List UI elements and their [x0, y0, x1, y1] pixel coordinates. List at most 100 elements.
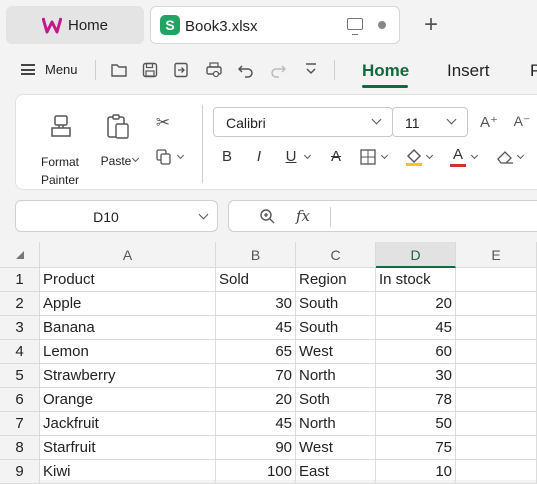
open-folder-icon[interactable] — [110, 61, 128, 79]
strikethrough-icon[interactable]: A — [328, 148, 344, 165]
font-color-dropdown-chevron-icon[interactable] — [470, 151, 479, 160]
cell-a1[interactable]: Product — [40, 268, 216, 292]
row-header[interactable]: 6 — [0, 388, 40, 412]
cell-e8[interactable] — [456, 436, 537, 460]
row-header[interactable]: 7 — [0, 412, 40, 436]
decrease-font-size-icon[interactable]: A⁻ — [511, 113, 533, 130]
column-header-d[interactable]: D — [376, 242, 456, 268]
export-icon[interactable] — [172, 61, 190, 79]
monitor-icon[interactable] — [347, 18, 363, 35]
column-header-a[interactable]: A — [40, 242, 216, 268]
fill-color-bucket-icon[interactable] — [404, 147, 424, 167]
select-all-corner[interactable] — [0, 242, 40, 268]
cell-c4[interactable]: West — [296, 340, 376, 364]
fill-color-dropdown-chevron-icon[interactable] — [425, 151, 434, 160]
column-header-b[interactable]: B — [216, 242, 296, 268]
cell-c9[interactable]: East — [296, 460, 376, 484]
undo-icon[interactable] — [237, 61, 255, 79]
paste-label[interactable]: Paste — [96, 154, 136, 168]
row-header[interactable]: 9 — [0, 460, 40, 484]
cut-scissors-icon[interactable]: ✂ — [153, 113, 173, 133]
cell-d8[interactable]: 75 — [376, 436, 456, 460]
menu-button[interactable]: Menu — [45, 62, 78, 77]
cell-e6[interactable] — [456, 388, 537, 412]
row-header[interactable]: 4 — [0, 340, 40, 364]
cell-e5[interactable] — [456, 364, 537, 388]
ribbon-tab-insert[interactable]: Insert — [447, 61, 490, 81]
new-tab-plus-icon[interactable]: + — [424, 13, 438, 37]
cell-a3[interactable]: Banana — [40, 316, 216, 340]
cell-a5[interactable]: Strawberry — [40, 364, 216, 388]
print-preview-icon[interactable] — [205, 61, 223, 79]
format-painter-label-2[interactable]: Painter — [30, 173, 90, 187]
clear-dropdown-chevron-icon[interactable] — [516, 151, 525, 160]
borders-dropdown-chevron-icon[interactable] — [380, 151, 389, 160]
row-header[interactable]: 1 — [0, 268, 40, 292]
cell-a4[interactable]: Lemon — [40, 340, 216, 364]
cell-b1[interactable]: Sold — [216, 268, 296, 292]
cell-e7[interactable] — [456, 412, 537, 436]
paste-clipboard-icon[interactable] — [105, 113, 131, 141]
row-header[interactable]: 3 — [0, 316, 40, 340]
underline-icon[interactable]: U — [283, 148, 299, 165]
cell-b6[interactable]: 20 — [216, 388, 296, 412]
cell-c8[interactable]: West — [296, 436, 376, 460]
cell-b4[interactable]: 65 — [216, 340, 296, 364]
copy-dropdown-chevron-icon[interactable] — [176, 151, 185, 160]
cell-c2[interactable]: South — [296, 292, 376, 316]
cell-c1[interactable]: Region — [296, 268, 376, 292]
cell-c7[interactable]: North — [296, 412, 376, 436]
chevron-down-icon[interactable] — [198, 209, 209, 220]
ribbon-tab-home[interactable]: Home — [362, 61, 409, 81]
hamburger-icon[interactable] — [21, 64, 35, 75]
cell-d2[interactable]: 20 — [376, 292, 456, 316]
italic-icon[interactable]: I — [251, 148, 267, 165]
name-box[interactable]: D10 — [15, 200, 218, 232]
cell-d5[interactable]: 30 — [376, 364, 456, 388]
row-header[interactable]: 2 — [0, 292, 40, 316]
cell-e4[interactable] — [456, 340, 537, 364]
zoom-search-icon[interactable] — [259, 208, 275, 224]
cell-a8[interactable]: Starfruit — [40, 436, 216, 460]
format-painter-icon[interactable] — [48, 113, 74, 139]
row-header[interactable]: 8 — [0, 436, 40, 460]
increase-font-size-icon[interactable]: A⁺ — [478, 113, 500, 131]
cell-b8[interactable]: 90 — [216, 436, 296, 460]
cell-e2[interactable] — [456, 292, 537, 316]
cell-c3[interactable]: South — [296, 316, 376, 340]
cell-a7[interactable]: Jackfruit — [40, 412, 216, 436]
copy-icon[interactable] — [156, 149, 172, 165]
more-chevron-icon[interactable] — [302, 61, 320, 79]
font-name-select[interactable]: Calibri — [213, 107, 393, 137]
redo-icon[interactable] — [269, 61, 287, 79]
tab-book3[interactable]: S Book3.xlsx — [150, 6, 400, 44]
cell-d3[interactable]: 45 — [376, 316, 456, 340]
cell-b7[interactable]: 45 — [216, 412, 296, 436]
cell-a9[interactable]: Kiwi — [40, 460, 216, 484]
cell-e1[interactable] — [456, 268, 537, 292]
insert-function-fx-icon[interactable]: fx — [296, 207, 310, 225]
cell-b5[interactable]: 70 — [216, 364, 296, 388]
format-painter-label[interactable]: Format — [30, 155, 90, 169]
cell-a6[interactable]: Orange — [40, 388, 216, 412]
save-icon[interactable] — [141, 61, 159, 79]
underline-dropdown-chevron-icon[interactable] — [303, 151, 312, 160]
column-header-c[interactable]: C — [296, 242, 376, 268]
cell-b2[interactable]: 30 — [216, 292, 296, 316]
column-header-e[interactable]: E — [456, 242, 537, 268]
unsaved-dot-icon[interactable] — [378, 21, 386, 29]
ribbon-tab-page-layout[interactable]: P — [530, 61, 537, 81]
cell-c5[interactable]: North — [296, 364, 376, 388]
cell-b3[interactable]: 45 — [216, 316, 296, 340]
cell-a2[interactable]: Apple — [40, 292, 216, 316]
cell-d6[interactable]: 78 — [376, 388, 456, 412]
cell-e9[interactable] — [456, 460, 537, 484]
cell-e3[interactable] — [456, 316, 537, 340]
cell-d9[interactable]: 10 — [376, 460, 456, 484]
borders-icon[interactable] — [360, 149, 376, 165]
cell-d1[interactable]: In stock — [376, 268, 456, 292]
cell-b9[interactable]: 100 — [216, 460, 296, 484]
row-header[interactable]: 5 — [0, 364, 40, 388]
bold-icon[interactable]: B — [219, 148, 235, 165]
font-color-icon[interactable]: A — [450, 146, 466, 163]
